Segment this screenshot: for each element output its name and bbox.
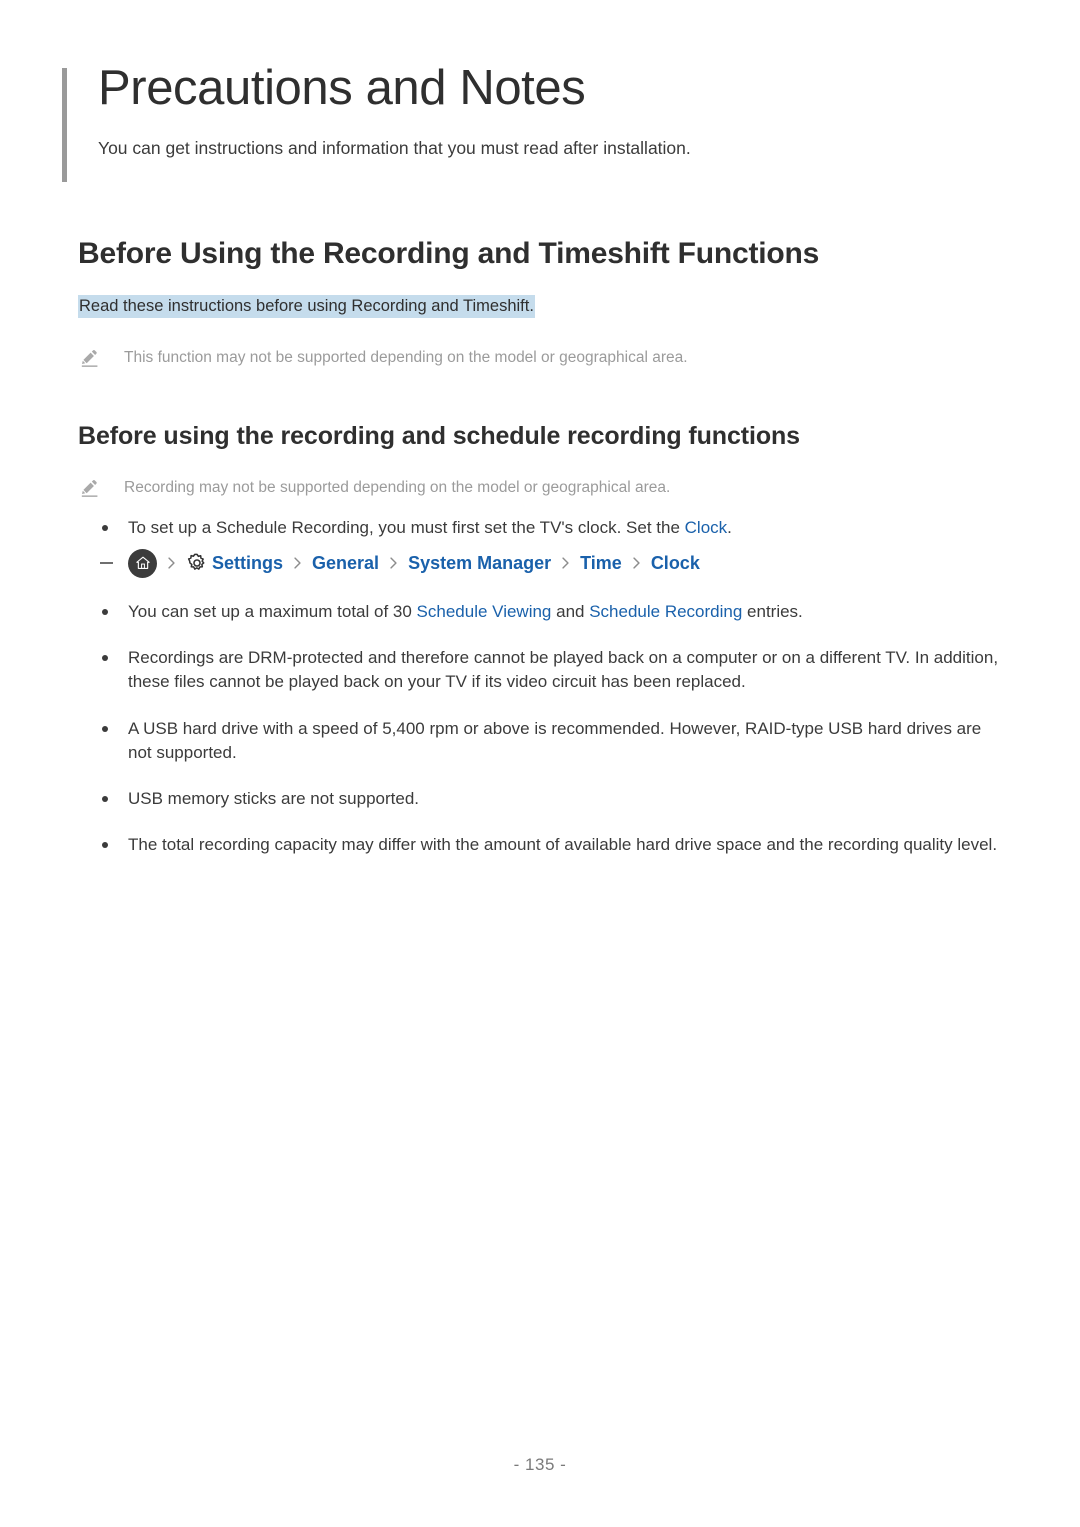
breadcrumb-item-system-manager[interactable]: System Manager <box>408 553 551 574</box>
bullet-text-part: and <box>551 602 590 622</box>
breadcrumb: Settings General System Manager Time Clo… <box>99 548 1004 578</box>
breadcrumb-item-clock[interactable]: Clock <box>651 553 700 574</box>
link-clock[interactable]: Clock <box>685 518 728 537</box>
breadcrumb-item-settings[interactable]: Settings <box>212 553 283 574</box>
link-schedule-recording[interactable]: Schedule Recording <box>589 602 742 621</box>
gear-icon[interactable] <box>186 552 208 574</box>
page-subtitle: You can get instructions and information… <box>98 137 691 158</box>
note-row-function-support: This function may not be supported depen… <box>80 347 980 370</box>
note-text-function-support: This function may not be supported depen… <box>124 349 688 366</box>
bullet-text-part: . <box>727 518 732 537</box>
pencil-icon <box>80 348 102 370</box>
bullet-text-part: To set up a Schedule Recording, you must… <box>128 518 685 537</box>
chevron-right-icon <box>387 554 400 572</box>
chevron-right-icon <box>165 554 178 572</box>
chevron-right-icon <box>630 554 643 572</box>
chevron-right-icon <box>559 554 572 572</box>
dash-marker <box>100 562 113 565</box>
document-page: Precautions and Notes You can get instru… <box>0 0 1080 1527</box>
list-item: USB memory sticks are not supported. <box>99 787 1004 811</box>
section-heading-schedule-recording: Before using the recording and schedule … <box>78 422 800 450</box>
title-block: Precautions and Notes You can get instru… <box>62 61 1022 182</box>
list-item: A USB hard drive with a speed of 5,400 r… <box>99 717 1004 765</box>
section-heading-recording-timeshift: Before Using the Recording and Timeshift… <box>78 237 820 270</box>
list-item: You can set up a maximum total of 30 Sch… <box>99 600 1004 624</box>
highlighted-instruction: Read these instructions before using Rec… <box>78 295 535 318</box>
note-text-recording-support: Recording may not be supported depending… <box>124 479 671 496</box>
page-title: Precautions and Notes <box>98 61 586 115</box>
title-accent-bar <box>62 68 67 182</box>
list-item: Recordings are DRM-protected and therefo… <box>99 646 1004 694</box>
chevron-right-icon <box>291 554 304 572</box>
precaution-bullet-list: To set up a Schedule Recording, you must… <box>99 516 1004 879</box>
page-number: - 135 - <box>513 1455 567 1474</box>
pencil-icon <box>80 478 102 500</box>
note-row-recording-support: Recording may not be supported depending… <box>80 477 980 500</box>
list-item: To set up a Schedule Recording, you must… <box>99 516 1004 540</box>
breadcrumb-item-time[interactable]: Time <box>580 553 622 574</box>
section-intro-line: Read these instructions before using Rec… <box>78 295 535 318</box>
bullet-text-part: entries. <box>742 602 803 622</box>
bullet-text-part: You can set up a maximum total of 30 <box>128 602 417 622</box>
link-schedule-viewing[interactable]: Schedule Viewing <box>417 602 552 621</box>
home-icon[interactable] <box>128 548 157 578</box>
breadcrumb-item-general[interactable]: General <box>312 553 379 574</box>
list-item: The total recording capacity may differ … <box>99 833 1004 857</box>
